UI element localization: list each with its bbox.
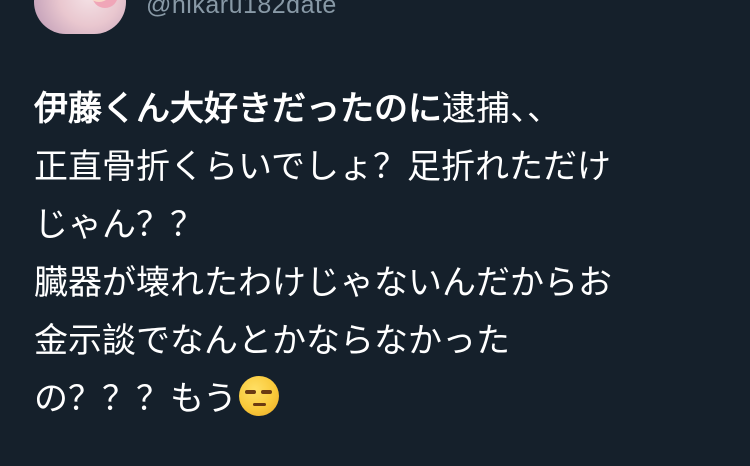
tweet-line-6: の？？？もう <box>34 370 734 428</box>
emoji-right-eye <box>260 390 272 394</box>
tweet-line-4: 臓器が壊れたわけじゃないんだからお <box>34 263 612 303</box>
tweet-line-1-rest: 逮捕、、 <box>442 89 561 129</box>
tweet-line-1: 伊藤くん大好きだったのに逮捕、、 <box>34 80 734 138</box>
heart-icon: ♥ <box>44 0 62 4</box>
tweet-text: 伊藤くん大好きだったのに逮捕、、 正直骨折くらいでしょ？足折れただけ じゃん？？… <box>34 80 734 428</box>
user-handle[interactable]: @hikaru182date <box>146 0 337 20</box>
unamused-face-icon <box>238 376 279 416</box>
avatar[interactable]: ♥ <box>34 0 126 34</box>
tweet-line-5: 金示談でなんとかならなかった <box>34 321 510 361</box>
tweet-line-2: 正直骨折くらいでしょ？足折れただけ <box>34 147 611 187</box>
tweet-line-3: じゃん？？ <box>34 205 204 245</box>
tweet: ♥ @hikaru182date 伊藤くん大好きだったのに逮捕、、 正直骨折くら… <box>0 0 750 466</box>
emoji-left-eye <box>244 390 256 394</box>
emoji-mouth <box>252 403 266 406</box>
avatar-face <box>86 0 112 2</box>
tweet-line-6-text: の？？？もう <box>34 379 237 419</box>
tweet-bold-text: 伊藤くん大好きだったのに <box>34 89 442 129</box>
